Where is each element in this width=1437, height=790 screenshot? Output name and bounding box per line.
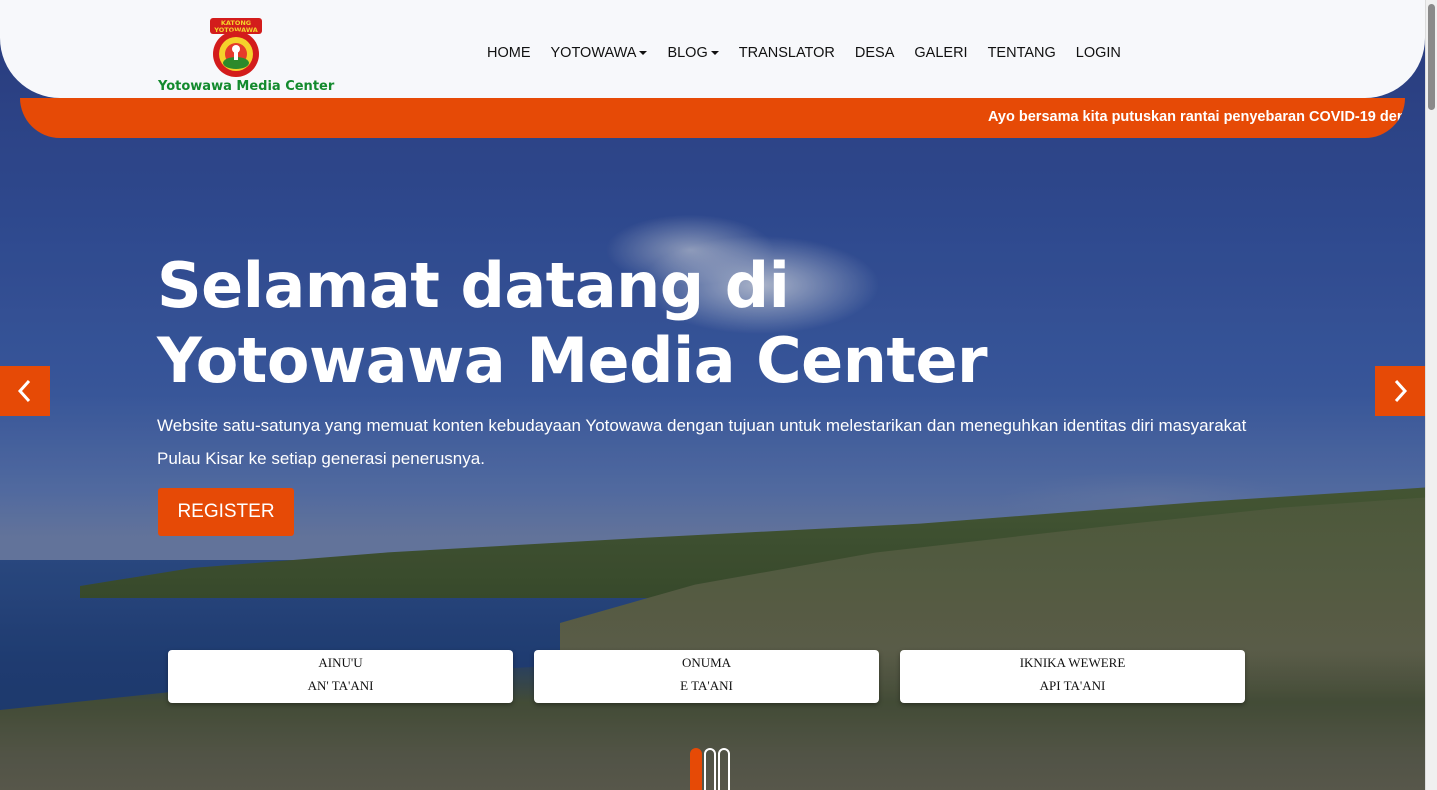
nav-item-tentang[interactable]: TENTANG [988,45,1056,61]
news-ticker: Ayo bersama kita putuskan rantai penyeba… [20,98,1405,138]
ticker-text: Ayo bersama kita putuskan rantai penyeba… [988,109,1403,125]
nav-item-label: LOGIN [1075,45,1121,61]
carousel-indicators [690,748,730,790]
hero-title-line1: Selamat datang di [157,249,790,322]
ticker-clip: Ayo bersama kita putuskan rantai penyeba… [20,98,1403,138]
nav-item-login[interactable]: LOGIN [1076,45,1121,61]
hero-description: Website satu-satunya yang memuat konten … [157,416,1247,468]
carousel-next-button[interactable] [1375,366,1425,416]
caret-down-icon [639,51,648,55]
chevron-right-icon [1394,379,1408,403]
carousel-indicator[interactable] [704,748,716,790]
card-line2: E TA'ANI [680,678,733,693]
logo-text: Yotowawa Media Center [158,79,335,94]
nav-item-label: TENTANG [987,45,1056,61]
site-header: KATONG YOTOWAWA Yotowawa Media Center HO… [0,0,1425,98]
nav-item-label: HOME [487,45,531,61]
nav-item-label: YOTOWAWA [550,45,637,61]
main-nav: HOME YOTOWAWA BLOG TRANSLATOR DESA GALERI TENT… [487,45,1141,61]
nav-item-galeri[interactable]: GALERI [914,45,967,61]
nav-item-label: BLOG [667,45,708,61]
feature-card[interactable]: ONUMA E TA'ANI [534,650,879,703]
nav-item-desa[interactable]: DESA [855,45,895,61]
carousel-indicator[interactable] [690,748,702,790]
chevron-left-icon [17,379,31,403]
scrollbar-thumb[interactable] [1428,4,1435,110]
carousel-prev-button[interactable] [0,366,50,416]
nav-item-home[interactable]: HOME [487,45,531,61]
nav-item-label: GALERI [914,45,968,61]
nav-item-yotowawa[interactable]: YOTOWAWA [551,45,648,61]
nav-item-blog[interactable]: BLOG [667,45,719,61]
card-line2: AN' TA'ANI [307,678,374,693]
card-line2: API TA'ANI [1039,678,1106,693]
logo-emblem-icon: KATONG YOTOWAWA [210,18,262,77]
card-line1: AINU'U [318,655,363,670]
hero-title: Selamat datang di Yotowawa Media Center [157,248,1057,398]
caret-down-icon [710,51,719,55]
card-line1: ONUMA [681,655,732,670]
site-logo[interactable]: KATONG YOTOWAWA Yotowawa Media Center [158,12,334,96]
hero-title-line2: Yotowawa Media Center [157,324,988,397]
page-scrollbar[interactable] [1425,0,1437,790]
nav-item-label: TRANSLATOR [738,45,835,61]
carousel-indicator[interactable] [718,748,730,790]
feature-card[interactable]: AINU'U AN' TA'ANI [168,650,513,703]
card-line1: IKNIKA WEWERE [1019,655,1126,670]
feature-card[interactable]: IKNIKA WEWERE API TA'ANI [900,650,1245,703]
nav-item-translator[interactable]: TRANSLATOR [739,45,835,61]
register-button[interactable]: REGISTER [158,488,294,536]
nav-item-label: DESA [854,45,895,61]
